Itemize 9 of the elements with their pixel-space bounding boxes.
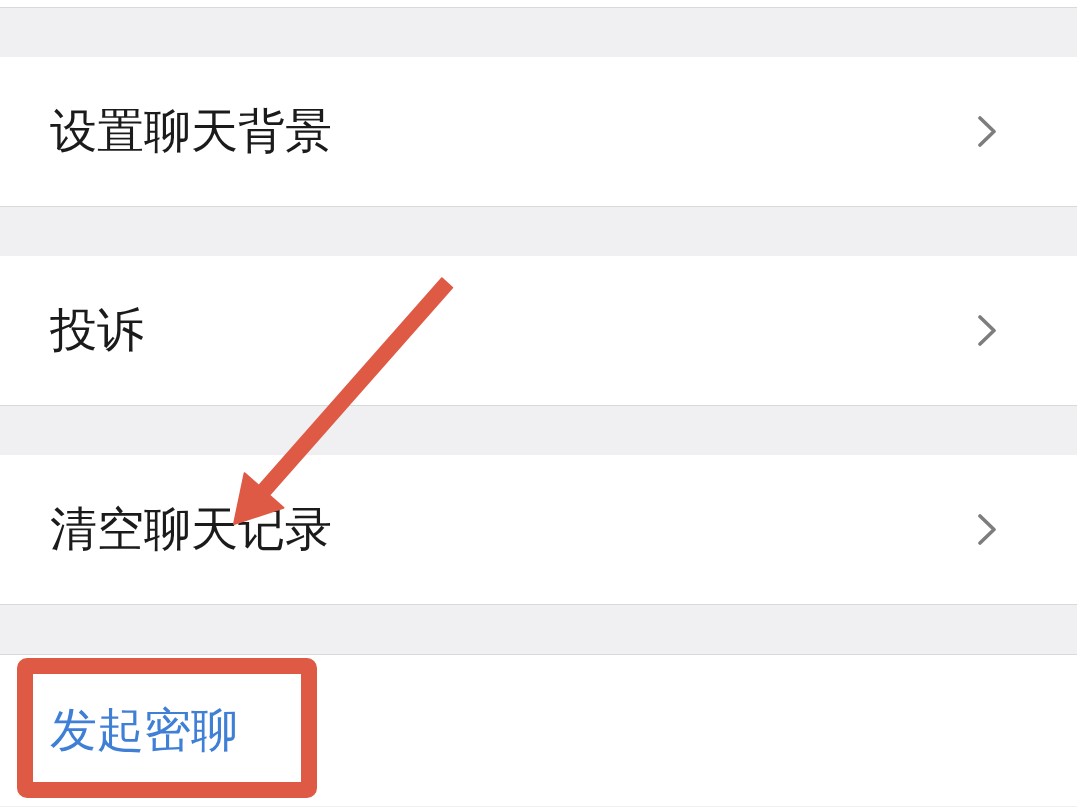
row-label: 设置聊天背景 <box>50 103 332 160</box>
chevron-right-icon <box>978 514 996 545</box>
chevron-right-icon <box>978 315 996 346</box>
chevron-right-icon <box>978 116 996 147</box>
action-label: 发起密聊 <box>50 702 238 759</box>
settings-row[interactable]: 投诉 <box>0 256 1077 406</box>
row-label: 投诉 <box>50 302 144 359</box>
action-row[interactable]: 发起密聊 <box>0 654 1077 806</box>
settings-row[interactable]: 设置聊天背景 <box>0 57 1077 207</box>
